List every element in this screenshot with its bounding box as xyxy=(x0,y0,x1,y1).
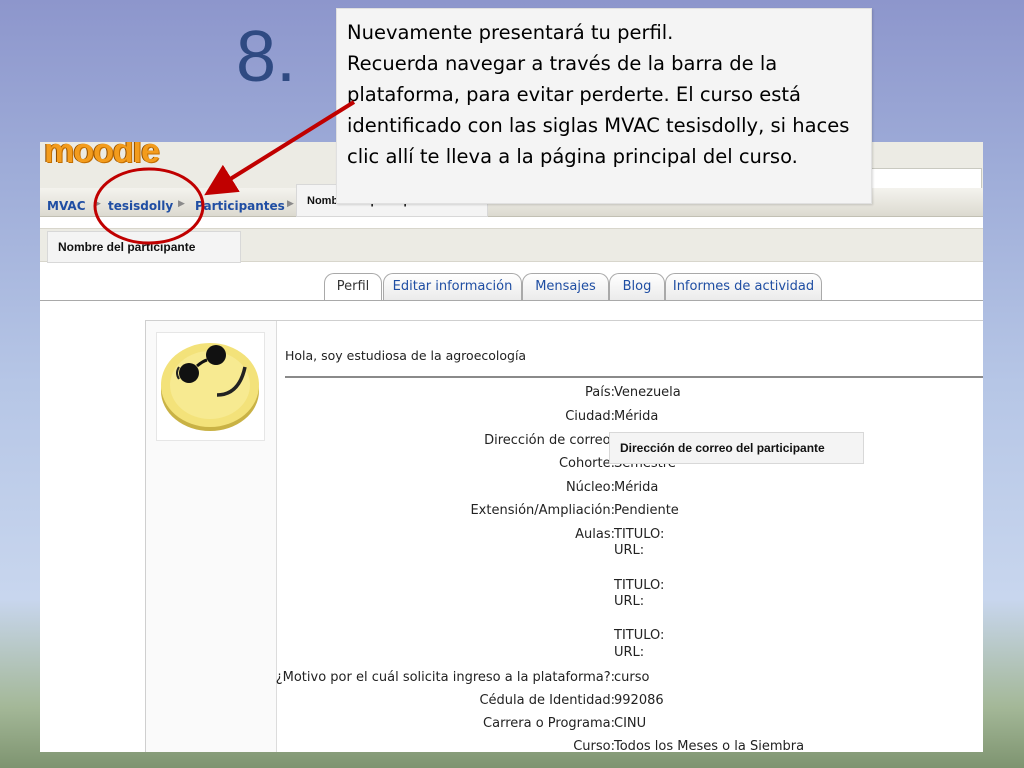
instruction-callout: Nuevamente presentará tu perfil. Recuerd… xyxy=(336,8,872,204)
field-label: Ciudad: xyxy=(565,409,615,424)
participant-name-box: Nombre del participante xyxy=(47,231,241,263)
field-value: 992086 xyxy=(614,693,664,708)
callout-line-1: Nuevamente presentará tu perfil. xyxy=(347,21,674,44)
triangle-right-icon: ▶ xyxy=(94,199,101,209)
field-label: Extensión/Ampliación: xyxy=(470,503,615,518)
field-value: URL: xyxy=(614,594,645,609)
email-overlay-box: Dirección de correo del participante xyxy=(609,432,864,464)
slide-number: 8. xyxy=(236,17,297,97)
field-value: Pendiente xyxy=(614,503,679,518)
field-label: Cédula de Identidad: xyxy=(479,693,615,708)
profile-left-column xyxy=(146,321,277,752)
tab-perfil[interactable]: Perfil xyxy=(324,273,382,301)
triangle-right-icon: ▶ xyxy=(287,199,294,209)
triangle-right-icon: ▶ xyxy=(178,199,185,209)
field-label: Dirección de correo: xyxy=(484,433,615,448)
field-value: TITULO: xyxy=(614,578,665,593)
moodle-screenshot: moodle MVAC ▶ tesisdolly ▶ Participantes… xyxy=(40,142,983,752)
field-value: Mérida xyxy=(614,409,659,424)
field-value: Mérida xyxy=(614,480,659,495)
tab-blog[interactable]: Blog xyxy=(609,273,665,301)
field-value: curso xyxy=(614,670,650,685)
tab-divider xyxy=(40,300,983,301)
field-value: CINU xyxy=(614,716,647,731)
field-label: Núcleo: xyxy=(565,480,615,495)
field-label: Cohorte: xyxy=(558,456,615,471)
moodle-logo: moodle xyxy=(44,142,160,170)
tab-editar-informacion[interactable]: Editar información xyxy=(383,273,522,301)
field-value: Venezuela xyxy=(614,385,681,400)
breadcrumb-course[interactable]: tesisdolly xyxy=(108,199,173,213)
field-label: ¿Motivo por el cuál solicita ingreso a l… xyxy=(275,670,615,685)
field-label: Carrera o Programa: xyxy=(483,716,615,731)
field-value: URL: xyxy=(614,543,645,558)
tab-informes-de-actividad[interactable]: Informes de actividad xyxy=(665,273,822,301)
description-divider xyxy=(285,376,983,378)
smiley-face-icon xyxy=(156,332,265,441)
profile-description: Hola, soy estudiosa de la agroecología xyxy=(285,348,527,363)
breadcrumb-mvac[interactable]: MVAC xyxy=(47,199,86,213)
breadcrumb-participants[interactable]: Participantes xyxy=(195,199,285,213)
field-label: Curso: xyxy=(573,739,615,752)
field-value: URL: xyxy=(614,645,645,660)
field-value: Todos los Meses o la Siembra xyxy=(614,739,805,752)
field-value: TITULO: xyxy=(614,628,665,643)
callout-line-2: Recuerda navegar a través de la barra de… xyxy=(347,52,850,168)
field-label: Aulas: xyxy=(575,527,615,542)
profile-panel: Hola, soy estudiosa de la agroecología P… xyxy=(145,320,983,752)
tab-mensajes[interactable]: Mensajes xyxy=(522,273,609,301)
field-label: País: xyxy=(585,385,615,400)
field-value: TITULO: xyxy=(614,527,665,542)
